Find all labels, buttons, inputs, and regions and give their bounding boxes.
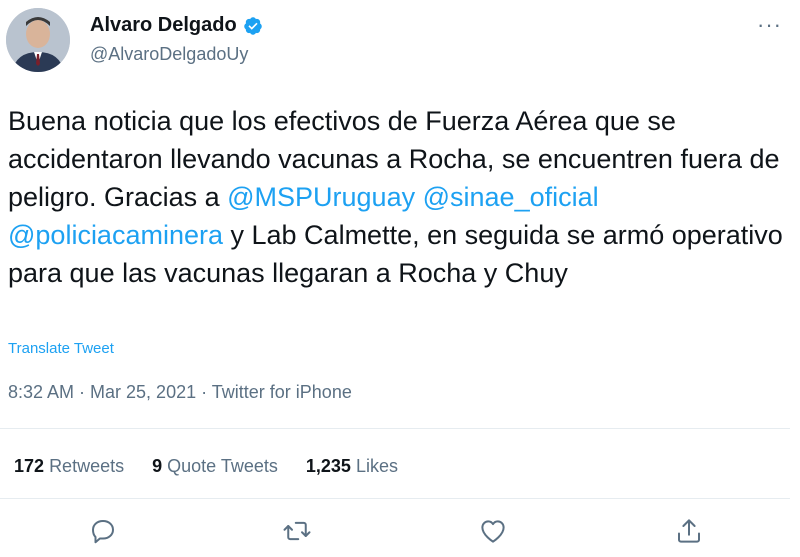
retweets-count: 172 xyxy=(14,456,45,476)
likes-count: 1,235 xyxy=(305,456,351,476)
tweet-text-segment xyxy=(415,182,423,212)
tweet-stats: 172 Retweets 9 Quote Tweets 1,235 Likes xyxy=(14,456,426,477)
heart-icon[interactable] xyxy=(478,516,514,552)
author-name-row: Alvaro Delgado xyxy=(90,14,263,37)
retweet-icon[interactable] xyxy=(282,516,318,552)
translate-tweet-link[interactable]: Translate Tweet xyxy=(8,340,114,357)
retweets-label: Retweets xyxy=(49,456,125,476)
tweet-meta: 8:32 AM · Mar 25, 2021 · Twitter for iPh… xyxy=(8,382,352,402)
verified-badge-icon xyxy=(243,16,262,35)
avatar-image xyxy=(6,8,70,72)
author-handle[interactable]: @AlvaroDelgadoUy xyxy=(90,44,248,65)
mention-link[interactable]: @MSPUruguay xyxy=(227,182,415,212)
quote-tweets-label: Quote Tweets xyxy=(167,456,278,476)
mention-link[interactable]: @policiacaminera xyxy=(8,220,223,250)
divider-bottom xyxy=(0,498,790,499)
tweet-actions xyxy=(0,516,800,556)
mention-link[interactable]: @sinae_oficial xyxy=(423,182,599,212)
tweet-text: Buena noticia que los efectivos de Fuerz… xyxy=(8,102,788,292)
retweets-stat[interactable]: 172 Retweets xyxy=(14,456,124,477)
avatar[interactable] xyxy=(6,8,70,72)
reply-icon[interactable] xyxy=(88,516,124,552)
likes-stat[interactable]: 1,235 Likes xyxy=(306,456,398,477)
author-display-name[interactable]: Alvaro Delgado xyxy=(90,14,237,37)
divider-top xyxy=(0,428,790,429)
likes-label: Likes xyxy=(355,456,398,476)
quote-tweets-stat[interactable]: 9 Quote Tweets xyxy=(152,456,278,477)
more-dots-icon[interactable]: ··· xyxy=(757,14,782,36)
share-icon[interactable] xyxy=(674,516,710,552)
quote-tweets-count: 9 xyxy=(152,456,163,476)
